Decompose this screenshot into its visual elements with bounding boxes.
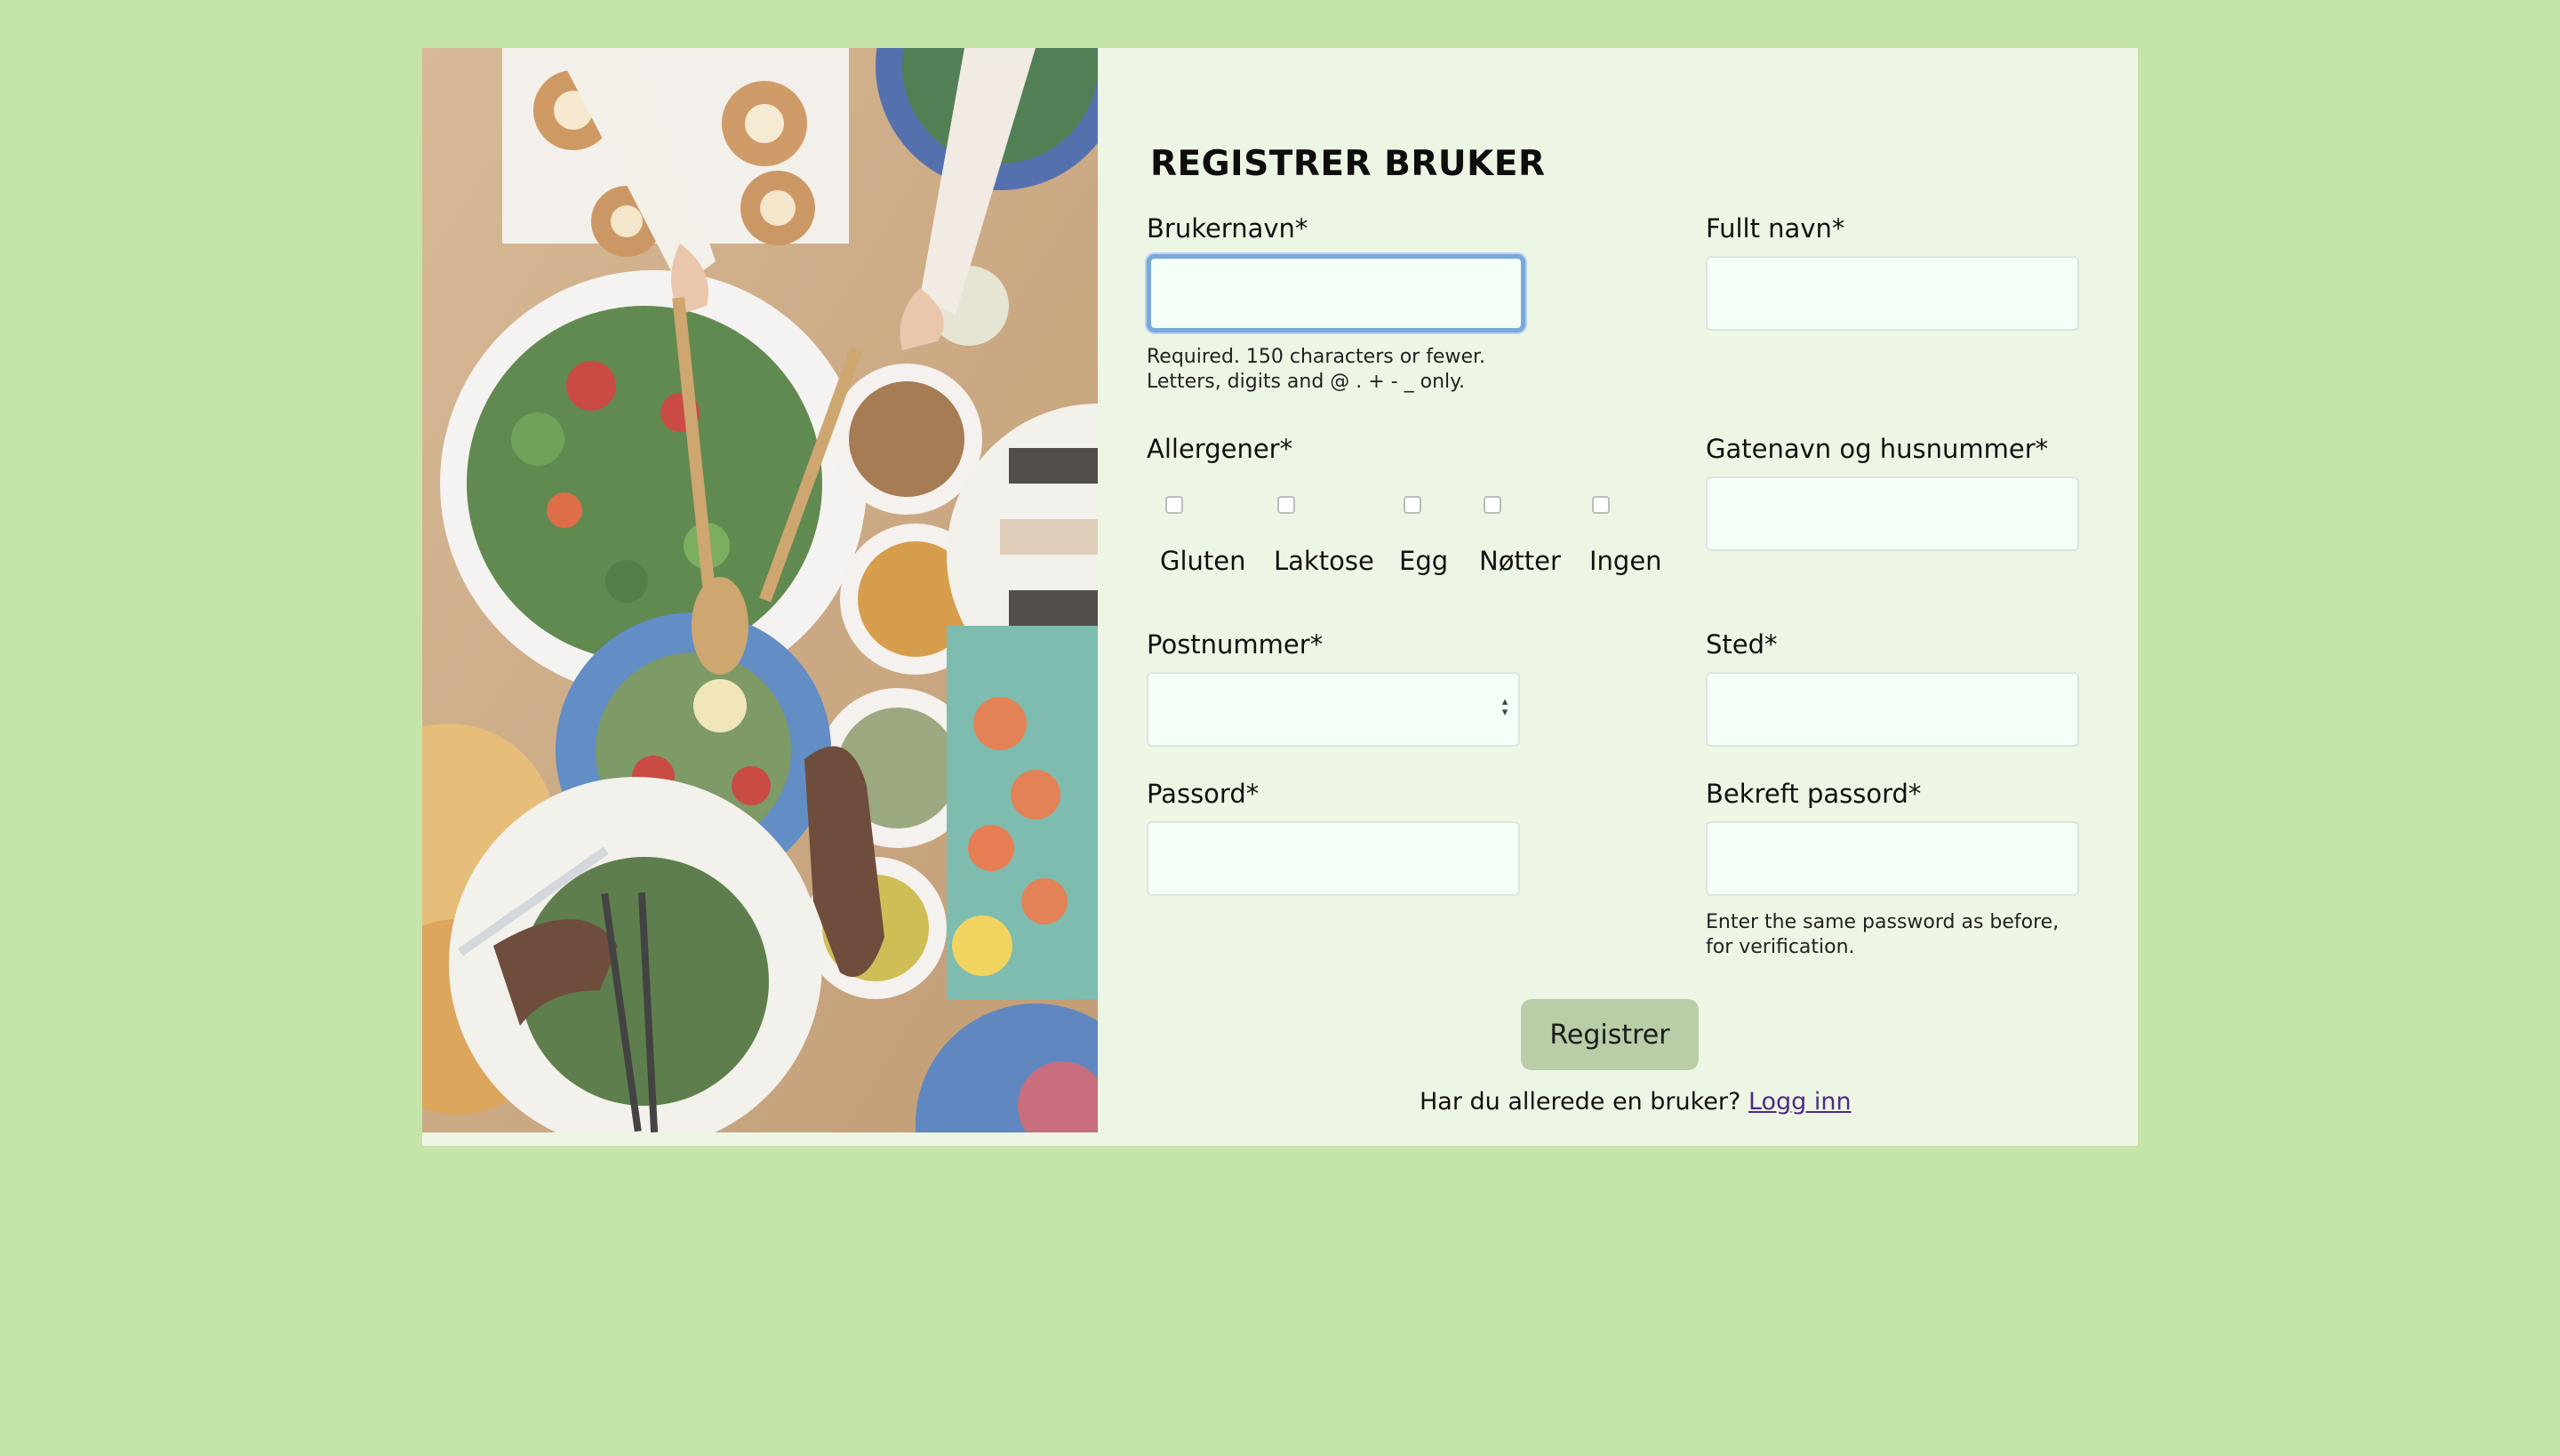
login-link[interactable]: Logg inn [1748,1088,1852,1116]
city-label: Sted* [1706,629,1778,660]
allergen-ingen-label: Ingen [1589,546,1662,576]
street-label: Gatenavn og husnummer* [1706,434,2049,464]
confirm-help-line-2: for verification. [1706,936,1855,958]
username-help-line-1: Required. 150 characters or fewer. [1147,346,1486,368]
password-input[interactable] [1147,821,1520,896]
allergen-notter-label: Nøtter [1479,546,1561,576]
allergen-gluten-checkbox[interactable] [1165,496,1183,514]
fullname-input[interactable] [1706,256,2079,331]
confirm-help-line-1: Enter the same password as before, [1706,911,2060,933]
confirm-password-input[interactable] [1706,821,2079,896]
allergen-notter-checkbox[interactable] [1484,496,1501,514]
food-table-photo [422,48,1098,1132]
allergen-laktose-label: Laktose [1274,546,1374,576]
registration-card: REGISTRER BRUKER Brukernavn* Required. 1… [422,48,2138,1146]
postal-label: Postnummer* [1147,629,1324,660]
city-input[interactable] [1706,672,2079,747]
confirm-password-label: Bekreft passord* [1706,779,1922,809]
page-title: REGISTRER BRUKER [1150,144,1546,184]
login-prompt: Har du allerede en bruker? Logg inn [1420,1088,1852,1116]
password-label: Passord* [1147,779,1260,809]
username-help: Required. 150 characters or fewer. Lette… [1147,345,1485,395]
postal-input[interactable]: ▴ ▾ [1147,672,1520,747]
number-stepper[interactable]: ▴ ▾ [1499,696,1511,722]
login-prompt-text: Har du allerede en bruker? [1420,1088,1741,1116]
allergen-gluten-label: Gluten [1160,546,1246,576]
allergen-egg-checkbox[interactable] [1404,496,1421,514]
allergen-egg-label: Egg [1399,546,1449,576]
username-label: Brukernavn* [1147,213,1308,244]
confirm-password-help: Enter the same password as before, for v… [1706,910,2059,960]
register-button[interactable]: Registrer [1521,999,1699,1070]
allergen-laktose-checkbox[interactable] [1277,496,1295,514]
fullname-label: Fullt navn* [1706,213,1845,244]
allergens-label: Allergener* [1147,434,1293,464]
allergen-ingen-checkbox[interactable] [1592,496,1610,514]
username-help-line-2: Letters, digits and @ . + - _ only. [1147,371,1466,393]
street-input[interactable] [1706,476,2079,551]
username-input[interactable] [1147,254,1525,332]
